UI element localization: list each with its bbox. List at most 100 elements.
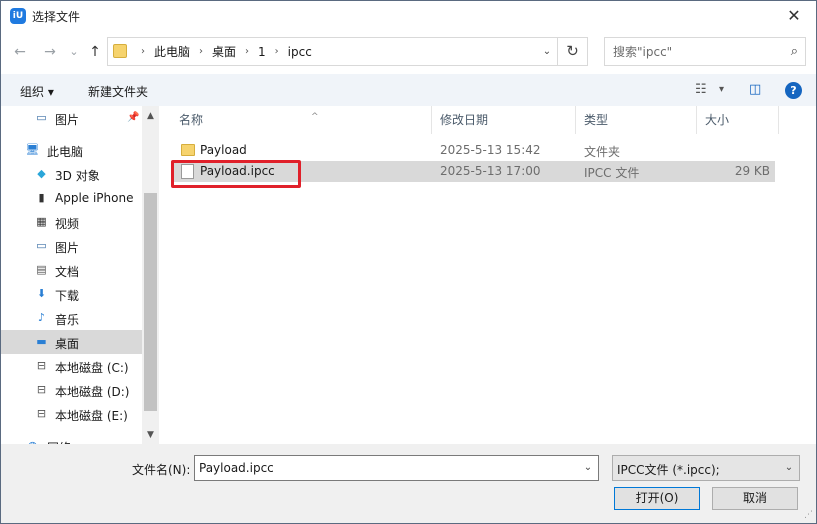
pin-icon: 📌 bbox=[127, 112, 140, 123]
sidebar-item-label: 文档 bbox=[55, 265, 80, 279]
file-type: 文件夹 bbox=[584, 145, 621, 159]
sidebar-item-music[interactable]: ♪ 音乐 bbox=[1, 306, 142, 330]
this-pc-icon: 🖥 bbox=[25, 143, 40, 156]
sidebar-item-desktop[interactable]: ▬ 桌面 bbox=[1, 330, 142, 354]
back-arrow-icon[interactable]: ← bbox=[10, 42, 30, 62]
sidebar-item-label: 图片 bbox=[55, 241, 80, 255]
file-date: 2025-5-13 17:00 bbox=[440, 164, 541, 178]
videos-icon: ▦ bbox=[36, 215, 47, 228]
navigation-pane: ▭ 图片 📌 🖥 此电脑 ◆ 3D 对象 ▮ Apple iPhone ▦ 视频… bbox=[1, 106, 159, 444]
file-date: 2025-5-13 15:42 bbox=[440, 143, 541, 157]
file-type-filter-select[interactable]: IPCC文件 (*.ipcc); ⌄ bbox=[612, 455, 800, 481]
folder-icon bbox=[113, 44, 127, 58]
file-open-dialog: iU 选择文件 ✕ ← → ⌄ ↑ › 此电脑 › 桌面 › 1 › ipcc … bbox=[0, 0, 817, 524]
sidebar-item-pictures-quick[interactable]: ▭ 图片 📌 bbox=[1, 106, 142, 130]
sidebar-item-downloads[interactable]: ⬇ 下载 bbox=[1, 282, 142, 306]
organize-menu-button[interactable]: 组织 ▾ bbox=[20, 83, 54, 100]
breadcrumb-item-ipcc[interactable]: ipcc bbox=[288, 44, 312, 60]
address-dropdown-chevron-icon[interactable]: ⌄ bbox=[537, 38, 557, 65]
scroll-down-arrow-icon[interactable]: ▼ bbox=[142, 427, 159, 444]
new-folder-button[interactable]: 新建文件夹 bbox=[88, 83, 148, 100]
open-button[interactable]: 打开(O) bbox=[614, 487, 700, 510]
view-options-icon[interactable]: ☷ bbox=[695, 82, 707, 97]
sidebar-item-label: 图片 bbox=[55, 113, 80, 127]
view-dropdown-chevron-icon[interactable]: ▾ bbox=[719, 84, 724, 95]
breadcrumb-separator-icon: › bbox=[274, 46, 279, 57]
filename-field[interactable]: Payload.ipcc bbox=[199, 461, 274, 475]
breadcrumb-item-1[interactable]: 1 bbox=[258, 44, 266, 60]
close-button[interactable]: ✕ bbox=[772, 1, 816, 31]
breadcrumb: › 此电脑 › 桌面 › 1 › ipcc bbox=[132, 44, 312, 60]
preview-pane-icon[interactable]: ◫ bbox=[749, 82, 761, 97]
search-box: ⌕ bbox=[604, 37, 806, 66]
scrollbar-thumb[interactable] bbox=[144, 193, 157, 411]
sidebar-item-label: 本地磁盘 (D:) bbox=[55, 385, 130, 399]
filename-dropdown-chevron-icon[interactable]: ⌄ bbox=[578, 456, 598, 480]
address-bar[interactable]: › 此电脑 › 桌面 › 1 › ipcc ⌄ bbox=[107, 37, 558, 66]
command-toolbar: 组织 ▾ 新建文件夹 ☷ ▾ ◫ ? bbox=[1, 74, 816, 106]
column-header-label: 大小 bbox=[705, 113, 730, 127]
recent-locations-chevron-icon[interactable]: ⌄ bbox=[64, 42, 84, 62]
sidebar-scrollbar[interactable]: ▲ ▼ bbox=[142, 106, 159, 444]
sidebar-item-label: 下载 bbox=[55, 289, 80, 303]
highlight-box bbox=[171, 160, 301, 188]
sidebar-item-videos[interactable]: ▦ 视频 bbox=[1, 210, 142, 234]
column-header-date-modified[interactable]: 修改日期 bbox=[432, 106, 576, 134]
dialog-footer: 文件名(N): Payload.ipcc ⌄ IPCC文件 (*.ipcc); … bbox=[1, 444, 816, 523]
desktop-icon: ▬ bbox=[36, 335, 47, 348]
sidebar-item-label: 音乐 bbox=[55, 313, 80, 327]
file-name: Payload bbox=[200, 143, 247, 157]
sidebar-item-label: 桌面 bbox=[55, 337, 80, 351]
refresh-button[interactable]: ↻ bbox=[558, 37, 588, 66]
sidebar-item-drive-e[interactable]: ⊟ 本地磁盘 (E:) bbox=[1, 402, 142, 426]
column-header-size[interactable]: 大小 bbox=[697, 106, 779, 134]
search-input[interactable] bbox=[605, 38, 780, 65]
sidebar-item-label: 本地磁盘 (E:) bbox=[55, 409, 128, 423]
pictures-icon: ▭ bbox=[36, 111, 47, 124]
sidebar-item-network[interactable]: ◍ 网络 bbox=[1, 434, 142, 444]
drive-e-icon: ⊟ bbox=[36, 407, 47, 420]
file-size: 29 KB bbox=[734, 164, 770, 178]
column-header-label: 类型 bbox=[584, 113, 609, 127]
filter-dropdown-chevron-icon[interactable]: ⌄ bbox=[779, 456, 799, 480]
sidebar-item-this-pc[interactable]: 🖥 此电脑 bbox=[1, 138, 142, 162]
search-icon[interactable]: ⌕ bbox=[791, 44, 798, 59]
sidebar-item-drive-d[interactable]: ⊟ 本地磁盘 (D:) bbox=[1, 378, 142, 402]
breadcrumb-separator-icon: › bbox=[199, 46, 204, 57]
file-type: IPCC 文件 bbox=[584, 166, 640, 180]
column-header-type[interactable]: 类型 bbox=[576, 106, 697, 134]
sort-ascending-icon: ^ bbox=[311, 112, 319, 122]
filename-combobox[interactable]: Payload.ipcc ⌄ bbox=[194, 455, 599, 481]
column-header-label: 修改日期 bbox=[440, 113, 489, 127]
iphone-icon: ▮ bbox=[38, 191, 45, 204]
file-row-payload-folder[interactable]: Payload 2025-5-13 15:42 文件夹 bbox=[171, 140, 775, 161]
breadcrumb-item-desktop[interactable]: 桌面 bbox=[212, 44, 236, 60]
window-title: 选择文件 bbox=[32, 10, 81, 24]
up-arrow-icon[interactable]: ↑ bbox=[85, 42, 105, 62]
downloads-icon: ⬇ bbox=[36, 287, 47, 300]
sidebar-item-pictures[interactable]: ▭ 图片 bbox=[1, 234, 142, 258]
breadcrumb-item-this-pc[interactable]: 此电脑 bbox=[154, 44, 190, 60]
sidebar-item-label: 视频 bbox=[55, 217, 80, 231]
help-icon[interactable]: ? bbox=[785, 82, 802, 99]
drive-c-icon: ⊟ bbox=[36, 359, 47, 372]
sidebar-item-3d-objects[interactable]: ◆ 3D 对象 bbox=[1, 162, 142, 186]
folder-icon bbox=[181, 144, 195, 156]
drive-d-icon: ⊟ bbox=[36, 383, 47, 396]
title-bar: iU 选择文件 ✕ bbox=[1, 1, 816, 32]
cancel-button[interactable]: 取消 bbox=[712, 487, 798, 510]
documents-icon: ▤ bbox=[36, 263, 47, 276]
app-icon: iU bbox=[10, 8, 26, 24]
resize-grip-icon[interactable]: ⋰ bbox=[804, 510, 813, 520]
scroll-up-arrow-icon[interactable]: ▲ bbox=[142, 108, 159, 125]
file-list: 名称 ^ 修改日期 类型 大小 Payload 2025-5-13 15:42 … bbox=[159, 106, 816, 444]
forward-arrow-icon[interactable]: → bbox=[40, 42, 60, 62]
sidebar-item-drive-c[interactable]: ⊟ 本地磁盘 (C:) bbox=[1, 354, 142, 378]
column-header-name[interactable]: 名称 ^ bbox=[171, 106, 432, 134]
music-icon: ♪ bbox=[37, 311, 46, 324]
sidebar-item-documents[interactable]: ▤ 文档 bbox=[1, 258, 142, 282]
sidebar-item-label: Apple iPhone bbox=[55, 191, 134, 205]
sidebar-item-label: 此电脑 bbox=[47, 145, 84, 159]
breadcrumb-separator-icon: › bbox=[141, 46, 145, 57]
sidebar-item-apple-iphone[interactable]: ▮ Apple iPhone bbox=[1, 186, 142, 210]
